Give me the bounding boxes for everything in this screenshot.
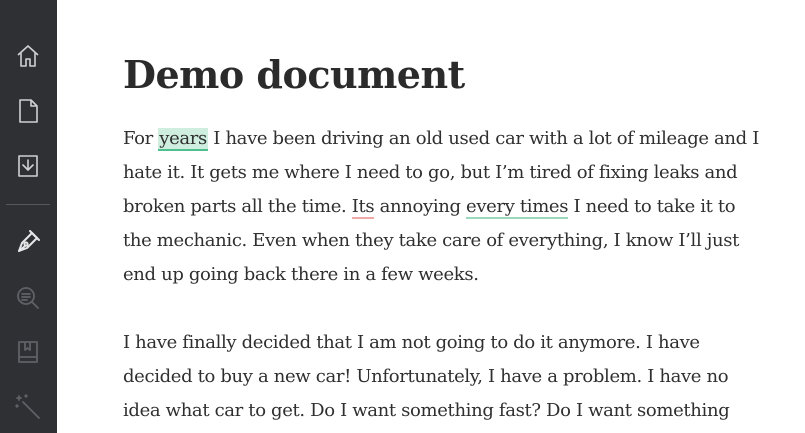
text-line: the mechanic. Even when they take care o… <box>123 230 739 251</box>
text-line: decided to buy a new car! Unfortunately,… <box>123 366 729 387</box>
text-segment: For <box>123 128 159 149</box>
text-segment: annoying <box>374 196 467 217</box>
text-segment: I have been driving an old used car with… <box>207 128 759 149</box>
sidebar-divider <box>6 204 50 205</box>
search-icon[interactable] <box>13 283 43 313</box>
text-line: I have finally decided that I am not goi… <box>123 332 700 353</box>
home-icon[interactable] <box>13 41 43 71</box>
download-icon[interactable] <box>13 151 43 181</box>
text-line: end up going back there in a few weeks. <box>123 264 479 285</box>
pen-icon[interactable] <box>13 226 43 256</box>
text-line: idea what car to get. Do I want somethin… <box>123 400 730 421</box>
grammar-error-word[interactable]: Its <box>351 196 375 219</box>
editor-area[interactable]: Demo document For years I have been driv… <box>57 0 805 433</box>
book-icon[interactable] <box>13 337 43 367</box>
document-icon[interactable] <box>13 96 43 126</box>
text-line: broken parts all the time. Its annoying … <box>123 190 793 224</box>
sidebar <box>0 0 57 433</box>
paragraph-2[interactable]: I have finally decided that I am not goi… <box>123 326 793 428</box>
text-segment: broken parts all the time. <box>123 196 352 217</box>
text-line: For years I have been driving an old use… <box>123 122 793 156</box>
text-segment: I need to take it to <box>568 196 736 217</box>
document-title: Demo document <box>123 52 465 97</box>
paragraph-1[interactable]: For years I have been driving an old use… <box>123 122 793 292</box>
highlighted-word[interactable]: years <box>158 128 208 151</box>
suggestion-phrase[interactable]: every times <box>466 196 568 219</box>
magic-wand-icon[interactable] <box>13 392 43 422</box>
text-line: hate it. It gets me where I need to go, … <box>123 162 738 183</box>
